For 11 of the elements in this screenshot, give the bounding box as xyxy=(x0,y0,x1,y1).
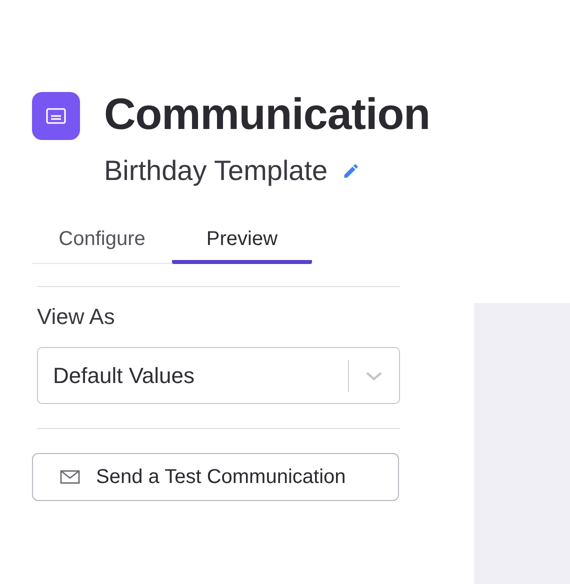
tab[interactable]: Configure xyxy=(32,218,172,264)
mail-icon xyxy=(60,470,80,484)
app-icon xyxy=(32,92,80,140)
template-name: Birthday Template xyxy=(104,154,328,188)
pencil-icon[interactable] xyxy=(342,162,360,180)
send-test-button[interactable]: Send a Test Communication xyxy=(32,453,399,501)
page-title: Communication xyxy=(104,90,430,140)
tab[interactable]: Preview xyxy=(172,218,312,264)
field-label: View As xyxy=(37,303,116,331)
chevron-down-icon xyxy=(365,370,383,380)
view-as-select[interactable]: Default Values xyxy=(37,347,400,404)
